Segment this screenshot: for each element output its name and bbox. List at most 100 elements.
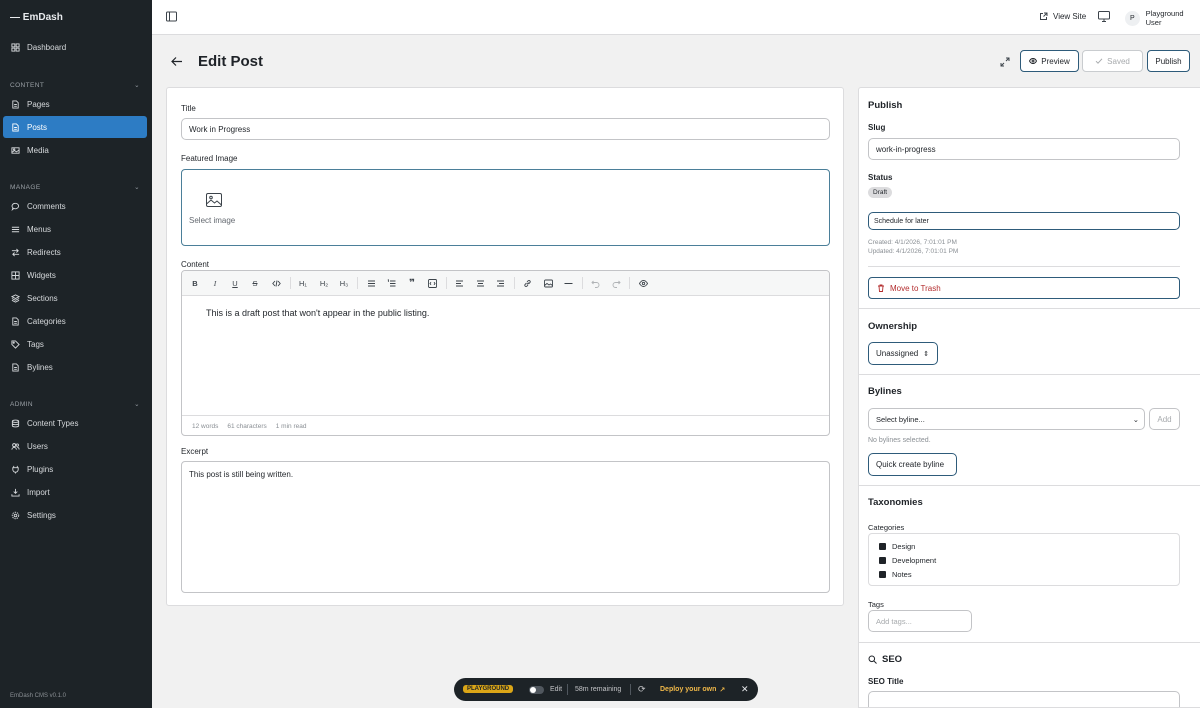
sidebar-item-media[interactable]: Media (3, 139, 147, 161)
sidebar-item-users[interactable]: Users (3, 435, 147, 457)
settings-panel: Publish Slug work-in-progress Status Dra… (858, 87, 1200, 708)
title-label: Title (181, 104, 196, 113)
italic-icon[interactable]: I (210, 278, 220, 288)
byline-select-value: Select byline... (876, 414, 925, 424)
check-icon (1095, 58, 1103, 64)
eye-icon (1029, 58, 1038, 64)
view-site-link[interactable]: View Site (1039, 12, 1086, 21)
sidebar-toggle-icon[interactable] (166, 11, 177, 22)
sidebar-item-plugins[interactable]: Plugins (3, 458, 147, 480)
heading-3-icon[interactable]: H₃ (339, 278, 349, 288)
sidebar-item-settings[interactable]: Settings (3, 504, 147, 526)
monitor-icon[interactable] (1098, 11, 1110, 22)
redo-icon[interactable] (611, 278, 621, 288)
category-checkbox-notes[interactable]: Notes (879, 570, 912, 579)
ownership-value: Unassigned (876, 349, 919, 358)
sidebar-item-widgets[interactable]: Widgets (3, 264, 147, 286)
saved-button[interactable]: Saved (1082, 50, 1143, 72)
back-arrow-icon[interactable] (171, 56, 183, 67)
excerpt-textarea[interactable]: This post is still being written. (181, 461, 830, 593)
tags-input[interactable]: Add tags... (868, 610, 972, 632)
byline-select[interactable]: Select byline... ⌄ (868, 408, 1145, 430)
sidebar-item-pages[interactable]: Pages (3, 93, 147, 115)
redirect-icon (11, 248, 20, 256)
tags-label: Tags (868, 600, 884, 609)
section-manage-header[interactable]: MANAGE ⌄ (10, 183, 140, 192)
sidebar-item-redirects[interactable]: Redirects (3, 241, 147, 263)
deploy-label: Deploy your own (660, 686, 717, 693)
sidebar-item-label: Menus (27, 224, 52, 234)
editor-stats: 12 words 61 characters 1 min read (182, 415, 829, 435)
align-center-icon[interactable] (475, 278, 485, 288)
image-icon[interactable] (543, 278, 553, 288)
sidebar-item-content-types[interactable]: Content Types (3, 412, 147, 434)
strikethrough-icon[interactable]: S (250, 278, 260, 288)
bullet-list-icon[interactable] (366, 278, 376, 288)
align-left-icon[interactable] (454, 278, 464, 288)
add-byline-button[interactable]: Add (1149, 408, 1180, 430)
slug-label: Slug (868, 123, 886, 132)
sidebar-item-label: Settings (27, 510, 56, 520)
sidebar-item-dashboard[interactable]: Dashboard (3, 36, 147, 58)
edit-toggle[interactable] (529, 686, 544, 694)
sidebar-item-categories[interactable]: Categories (3, 310, 147, 332)
heading-1-icon[interactable]: H₁ (298, 278, 308, 288)
sidebar-item-comments[interactable]: Comments (3, 195, 147, 217)
sidebar-item-label: Widgets (27, 270, 56, 280)
sidebar-item-menus[interactable]: Menus (3, 218, 147, 240)
ownership-section-title: Ownership (868, 321, 918, 332)
deploy-link[interactable]: Deploy your own ↗ (660, 678, 725, 701)
schedule-later-button[interactable]: Schedule for later (868, 212, 1180, 230)
bold-icon[interactable]: B (190, 278, 200, 288)
close-icon[interactable]: ✕ (741, 678, 749, 701)
link-icon[interactable] (522, 278, 532, 288)
view-site-label: View Site (1053, 12, 1087, 21)
preview-button[interactable]: Preview (1020, 50, 1079, 72)
code-block-icon[interactable] (427, 278, 437, 288)
featured-image-picker[interactable]: Select image (181, 169, 830, 246)
seo-title-input[interactable] (868, 691, 1180, 707)
excerpt-label: Excerpt (181, 447, 209, 456)
editor-content[interactable]: This is a draft post that won't appear i… (206, 308, 429, 318)
toolbar-divider (514, 277, 515, 289)
select-arrows-icon: ⇕ (923, 350, 930, 358)
sidebar-item-tags[interactable]: Tags (3, 333, 147, 355)
category-checkbox-development[interactable]: Development (879, 556, 936, 565)
expand-icon[interactable] (1000, 57, 1010, 67)
section-admin-header[interactable]: ADMIN ⌄ (10, 400, 140, 409)
code-icon[interactable] (271, 278, 281, 288)
sidebar-item-import[interactable]: Import (3, 481, 147, 503)
sidebar-item-label: Bylines (27, 362, 53, 372)
slug-input[interactable]: work-in-progress (868, 138, 1180, 160)
align-right-icon[interactable] (495, 278, 505, 288)
sidebar-item-sections[interactable]: Sections (3, 287, 147, 309)
content-label: Content (181, 260, 210, 269)
numbered-list-icon[interactable] (386, 278, 396, 288)
undo-icon[interactable] (590, 278, 600, 288)
quick-create-byline-button[interactable]: Quick create byline (868, 453, 957, 476)
refresh-icon[interactable]: ⟳ (638, 678, 646, 701)
publish-button[interactable]: Publish (1147, 50, 1190, 72)
category-checkbox-design[interactable]: Design (879, 542, 915, 551)
categories-list: Design Development Notes (868, 533, 1180, 586)
sidebar-item-label: Tags (27, 339, 44, 349)
divider-icon[interactable] (563, 278, 573, 288)
heading-2-icon[interactable]: H₂ (319, 278, 329, 288)
user-menu[interactable]: P Playground User (1125, 9, 1200, 27)
brand-logo[interactable]: — EmDash (0, 0, 152, 34)
char-count: 61 characters (227, 422, 267, 430)
chevron-down-icon: ⌄ (134, 401, 140, 408)
toolbar-divider (446, 277, 447, 289)
preview-eye-icon[interactable] (638, 278, 648, 288)
quote-icon[interactable]: ❞ (407, 278, 417, 289)
playground-badge: PLAYGROUND (463, 685, 514, 693)
sidebar-item-bylines[interactable]: Bylines (3, 356, 147, 378)
ownership-select[interactable]: Unassigned ⇕ (868, 342, 938, 365)
underline-icon[interactable]: U (230, 278, 240, 288)
move-to-trash-button[interactable]: Move to Trash (868, 277, 1180, 299)
section-content-header[interactable]: CONTENT ⌄ (10, 81, 140, 90)
created-date: Created: 4/1/2026, 7:01:01 PM (868, 239, 957, 246)
avatar: P (1125, 10, 1140, 26)
title-input[interactable]: Work in Progress (181, 118, 830, 140)
sidebar-item-posts[interactable]: Posts (3, 116, 147, 138)
